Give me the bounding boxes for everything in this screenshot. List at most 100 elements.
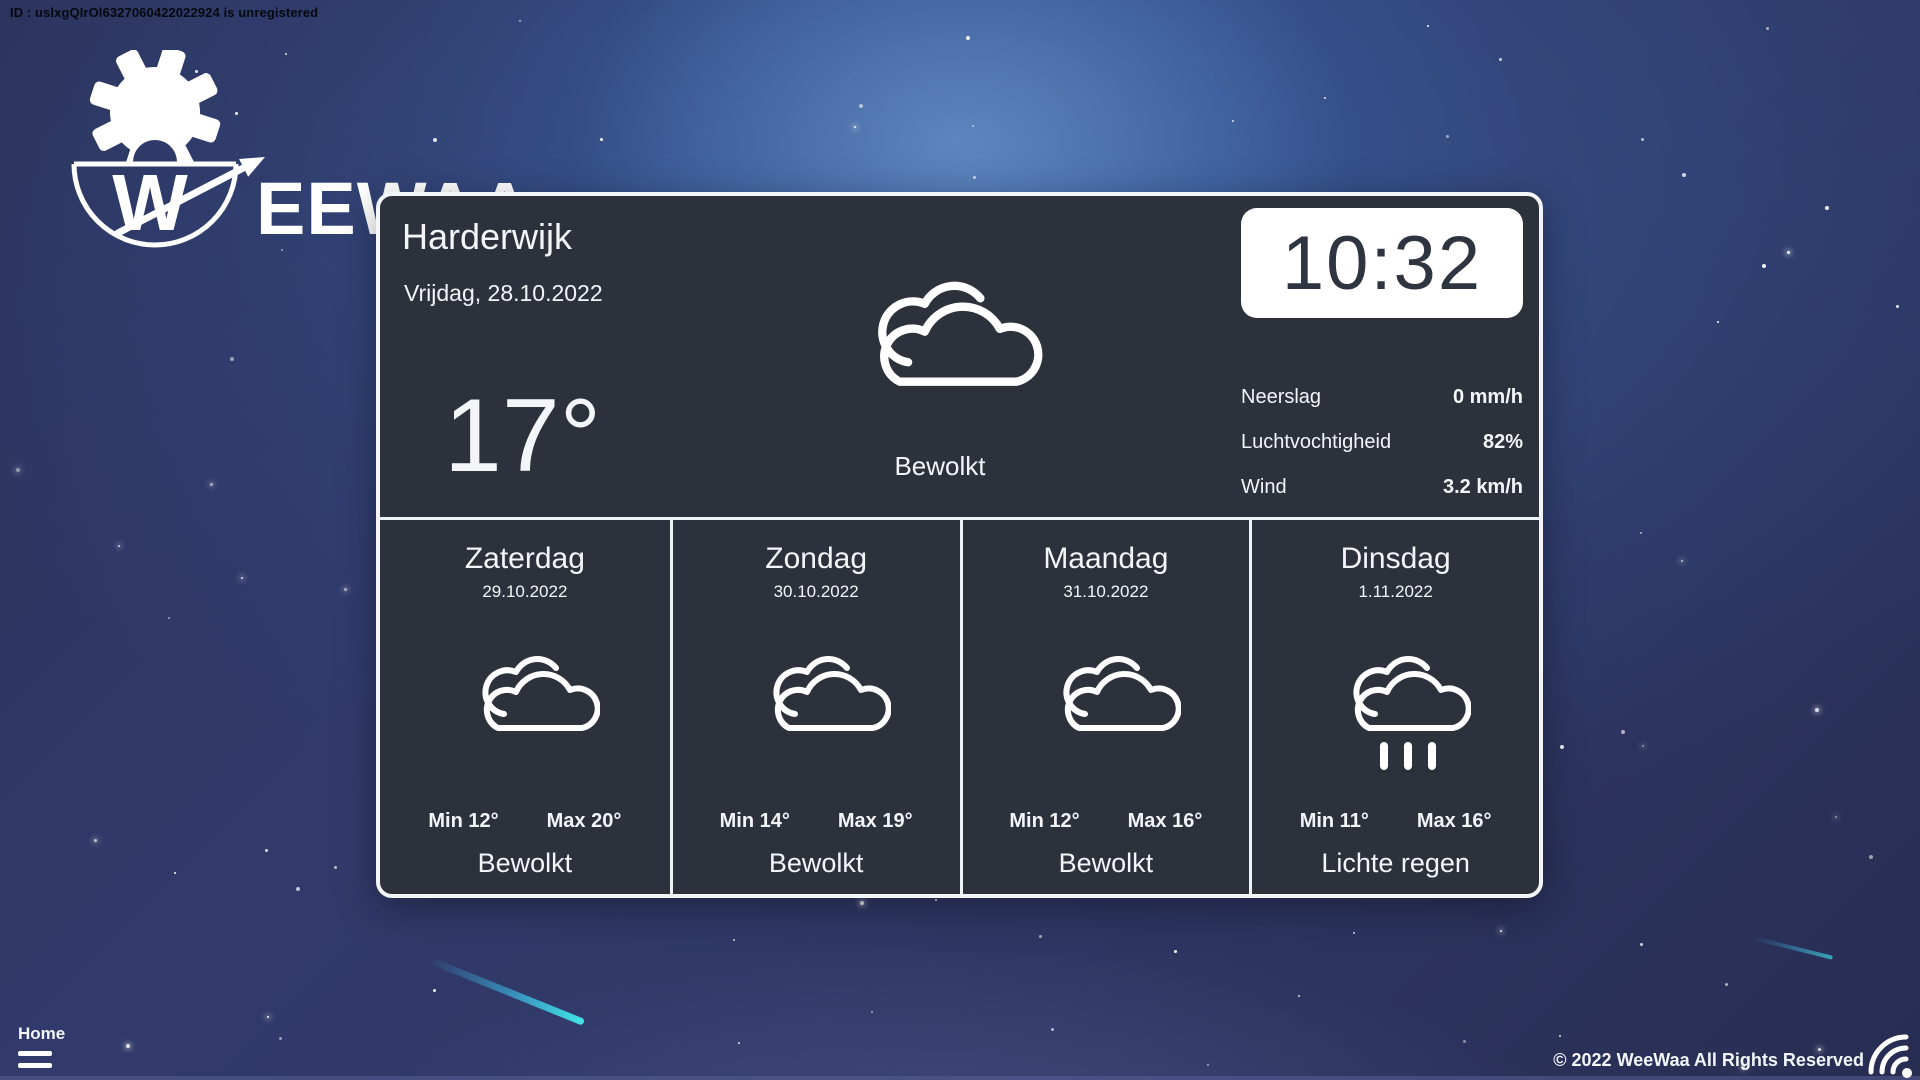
current-date: Vrijdag, 28.10.2022 xyxy=(404,280,603,307)
star-dot xyxy=(1642,745,1644,747)
bottom-edge-strip xyxy=(0,1076,1920,1080)
clock-display: 10:32 xyxy=(1241,208,1523,318)
star-dot xyxy=(168,617,170,619)
wifi-signal-icon xyxy=(1866,1032,1916,1078)
star-dot xyxy=(16,468,20,472)
star-dot xyxy=(1896,305,1899,308)
registration-id-text: ID : uslxgQIrOl6327060422022924 is unreg… xyxy=(10,5,318,20)
day-name: Maandag xyxy=(1043,540,1168,578)
cloudy-icon xyxy=(741,624,891,774)
cloudy-icon xyxy=(450,624,600,774)
star-dot xyxy=(265,849,268,852)
star-dot xyxy=(1869,855,1873,859)
light-rain-icon xyxy=(1321,624,1471,774)
star-dot xyxy=(296,887,300,891)
star-dot xyxy=(1815,708,1819,712)
current-weather-panel: Harderwijk Vrijdag, 28.10.2022 17° Bewol… xyxy=(380,196,1539,517)
stat-value: 82% xyxy=(1483,431,1523,454)
star-dot xyxy=(1787,251,1790,254)
star-dot xyxy=(1725,983,1728,986)
stat-value: 0 mm/h xyxy=(1453,386,1523,409)
star-dot xyxy=(94,839,97,842)
star-dot xyxy=(118,545,120,547)
star-dot xyxy=(1232,120,1234,122)
home-button[interactable]: Home xyxy=(18,1024,65,1068)
star-dot xyxy=(230,357,234,361)
stat-label: Neerslag xyxy=(1241,386,1321,409)
stat-row-precipitation: Neerslag 0 mm/h xyxy=(1241,384,1523,410)
star-dot xyxy=(973,176,976,179)
star-dot xyxy=(1621,730,1625,734)
stat-value: 3.2 km/h xyxy=(1443,476,1523,499)
stat-label: Luchtvochtigheid xyxy=(1241,431,1391,454)
star-dot xyxy=(1463,1040,1466,1043)
forecast-day-zaterdag: Zaterdag 29.10.2022 Min 12° Max 20° Bewo… xyxy=(380,520,670,894)
star-dot xyxy=(1825,206,1829,210)
current-condition: Bewolkt xyxy=(816,451,1064,482)
weather-app-screen: ID : uslxgQIrOl6327060422022924 is unreg… xyxy=(0,0,1920,1080)
day-condition: Lichte regen xyxy=(1321,847,1470,879)
star-dot xyxy=(1051,1028,1054,1031)
star-dot xyxy=(1766,27,1769,30)
max-temp: Max 16° xyxy=(1128,810,1203,833)
star-dot xyxy=(966,36,970,40)
min-temp: Min 12° xyxy=(1009,810,1079,833)
star-dot xyxy=(1717,321,1719,323)
stat-row-humidity: Luchtvochtigheid 82% xyxy=(1241,429,1523,455)
star-dot xyxy=(267,1016,269,1018)
star-dot xyxy=(344,588,347,591)
star-dot xyxy=(871,1011,873,1013)
min-temp: Min 12° xyxy=(428,810,498,833)
star-dot xyxy=(1560,745,1564,749)
max-temp: Max 19° xyxy=(838,810,913,833)
star-dot xyxy=(860,901,864,905)
star-dot xyxy=(1762,264,1766,268)
star-dot xyxy=(334,866,337,869)
current-temperature: 17° xyxy=(444,384,601,488)
star-dot xyxy=(1298,995,1300,997)
star-dot xyxy=(1039,935,1042,938)
star-dot xyxy=(935,899,937,901)
home-label: Home xyxy=(18,1024,65,1044)
star-dot xyxy=(1559,1035,1561,1037)
day-date: 31.10.2022 xyxy=(1063,582,1148,602)
menu-bar-icon xyxy=(18,1063,52,1068)
cloudy-icon xyxy=(1031,624,1181,774)
cloudy-icon xyxy=(833,234,1048,395)
city-name: Harderwijk xyxy=(402,216,572,258)
forecast-panel: Zaterdag 29.10.2022 Min 12° Max 20° Bewo… xyxy=(380,517,1539,894)
forecast-day-maandag: Maandag 31.10.2022 Min 12° Max 16° Bewol… xyxy=(960,520,1250,894)
stat-label: Wind xyxy=(1241,476,1287,499)
star-dot xyxy=(1174,950,1177,953)
day-name: Zaterdag xyxy=(465,540,585,578)
star-dot xyxy=(1835,816,1837,818)
min-temp: Min 11° xyxy=(1300,810,1369,833)
stat-row-wind: Wind 3.2 km/h xyxy=(1241,474,1523,500)
copyright-text: © 2022 WeeWaa All Rights Reserved xyxy=(1553,1050,1864,1071)
min-temp: Min 14° xyxy=(720,810,790,833)
star-dot xyxy=(1499,58,1502,61)
star-dot xyxy=(854,126,856,128)
star-dot xyxy=(1500,930,1502,932)
star-dot xyxy=(1681,560,1683,562)
forecast-day-zondag: Zondag 30.10.2022 Min 14° Max 19° Bewolk… xyxy=(670,520,960,894)
star-dot xyxy=(174,872,176,874)
star-dot xyxy=(1353,932,1355,934)
day-date: 29.10.2022 xyxy=(482,582,567,602)
star-dot xyxy=(1682,173,1686,177)
day-date: 1.11.2022 xyxy=(1358,582,1432,602)
weather-stats: Neerslag 0 mm/h Luchtvochtigheid 82% Win… xyxy=(1241,384,1523,500)
star-dot xyxy=(1640,943,1643,946)
star-dot xyxy=(1207,1064,1209,1066)
star-dot xyxy=(241,577,243,579)
clock-time: 10:32 xyxy=(1282,220,1482,307)
star-dot xyxy=(733,939,735,941)
day-date: 30.10.2022 xyxy=(774,582,859,602)
star-dot xyxy=(1446,135,1449,138)
star-dot xyxy=(1641,138,1644,141)
forecast-day-dinsdag: Dinsdag 1.11.2022 Min 11° Max 16° Lichte… xyxy=(1249,520,1539,894)
star-dot xyxy=(1640,532,1642,534)
weather-card: Harderwijk Vrijdag, 28.10.2022 17° Bewol… xyxy=(376,192,1543,898)
star-dot xyxy=(859,104,863,108)
star-dot xyxy=(126,1044,130,1048)
